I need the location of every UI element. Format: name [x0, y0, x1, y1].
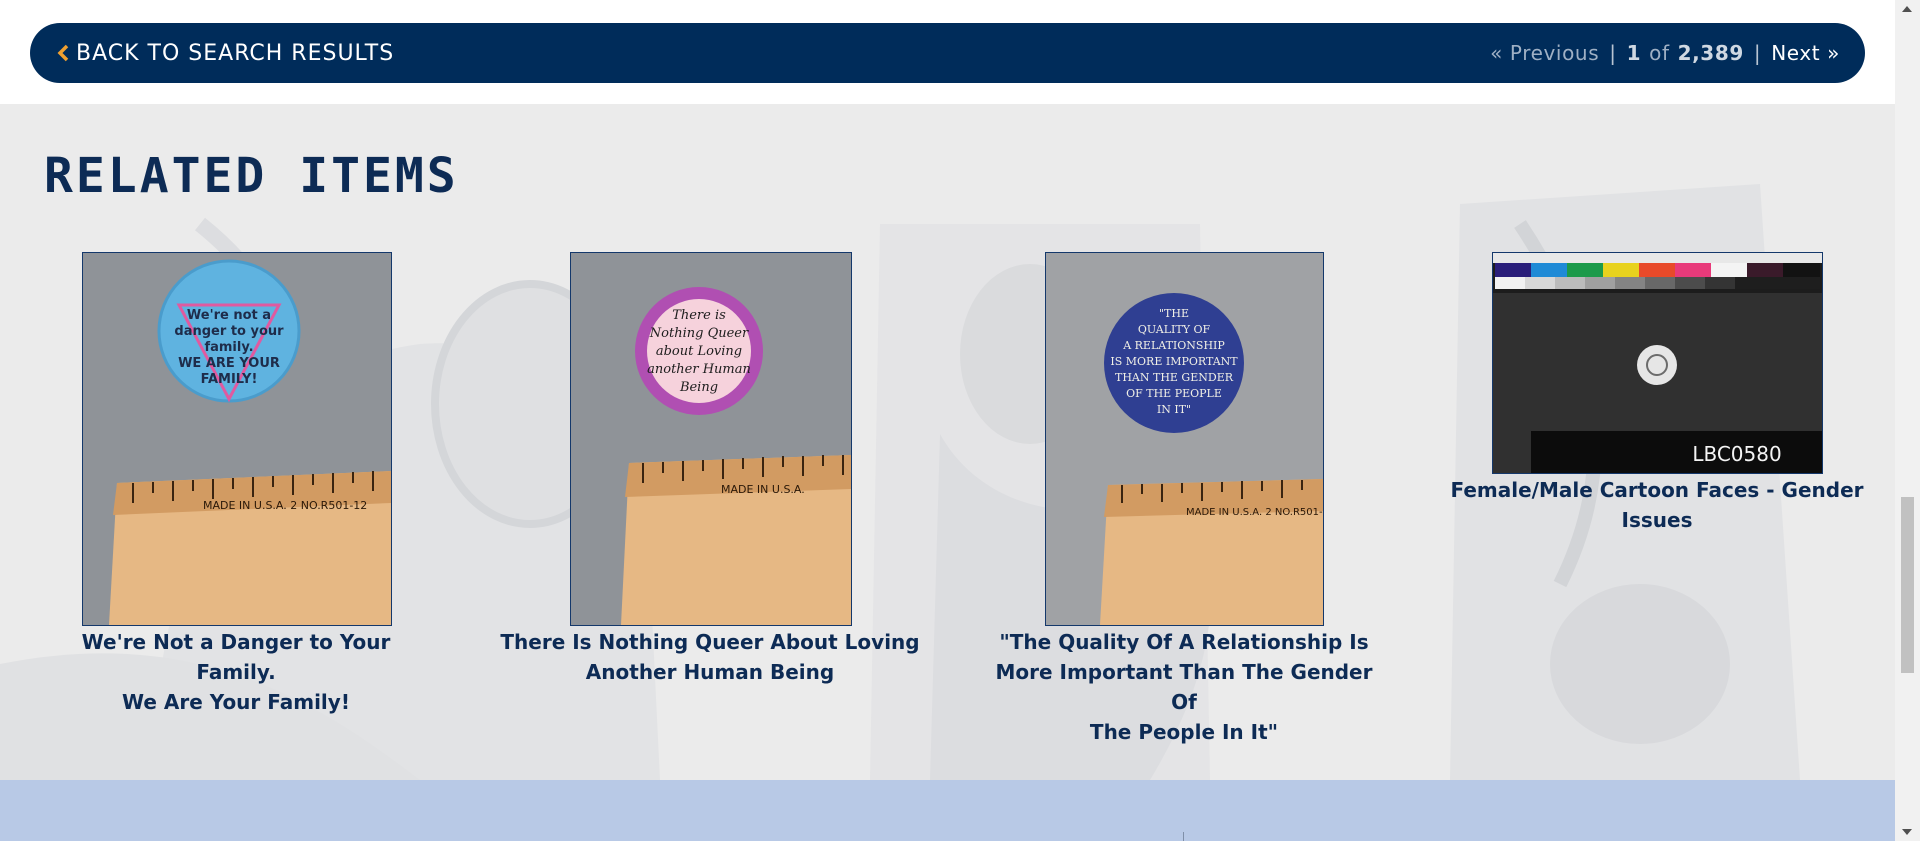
- results-navigation-bar: BACK TO SEARCH RESULTS « Previous | 1 of…: [30, 23, 1865, 83]
- total-results-count: 2,389: [1677, 41, 1744, 65]
- caption-line: Issues: [1621, 508, 1693, 532]
- archival-scan-photo: LBC0580: [1493, 253, 1822, 473]
- caption-line: The People In It": [1089, 720, 1279, 744]
- footer-divider: [1183, 832, 1184, 841]
- related-item-title[interactable]: There Is Nothing Queer About Loving Anot…: [500, 627, 920, 687]
- svg-text:MADE IN U.S.A. 2 NO.R501-: MADE IN U.S.A. 2 NO.R501-: [1186, 507, 1323, 518]
- svg-text:Being: Being: [679, 380, 718, 395]
- related-item-thumbnail[interactable]: We're not a danger to your family. WE AR…: [82, 252, 392, 626]
- related-items-heading: Related Items: [44, 148, 459, 204]
- svg-text:Nothing Queer: Nothing Queer: [649, 326, 749, 341]
- caption-line: More Important Than The Gender Of: [995, 660, 1373, 714]
- caption-line: "The Quality Of A Relationship Is: [999, 630, 1369, 654]
- vertical-scrollbar[interactable]: [1895, 0, 1920, 841]
- svg-text:another Human: another Human: [647, 362, 751, 377]
- svg-text:QUALITY OF: QUALITY OF: [1138, 323, 1211, 336]
- svg-text:There is: There is: [672, 308, 726, 323]
- svg-text:about Loving: about Loving: [656, 344, 742, 359]
- svg-text:OF THE PEOPLE: OF THE PEOPLE: [1126, 387, 1222, 400]
- related-item-thumbnail[interactable]: "THE QUALITY OF A RELATIONSHIP IS MORE I…: [1045, 252, 1324, 626]
- pin-button-photo: "THE QUALITY OF A RELATIONSHIP IS MORE I…: [1046, 253, 1323, 625]
- svg-text:FAMILY!: FAMILY!: [201, 372, 258, 387]
- related-item-title[interactable]: We're Not a Danger to Your Family. We Ar…: [40, 627, 432, 717]
- svg-text:IN IT": IN IT": [1157, 403, 1191, 416]
- svg-text:IS MORE IMPORTANT: IS MORE IMPORTANT: [1110, 355, 1238, 368]
- page-footer: [0, 780, 1895, 841]
- svg-text:WE ARE YOUR: WE ARE YOUR: [178, 356, 280, 371]
- pager-separator: |: [1609, 41, 1617, 65]
- previous-link[interactable]: « Previous: [1490, 41, 1599, 65]
- back-to-search-results-link[interactable]: BACK TO SEARCH RESULTS: [54, 23, 394, 83]
- top-strip: BACK TO SEARCH RESULTS « Previous | 1 of…: [0, 0, 1895, 104]
- related-item-thumbnail[interactable]: There is Nothing Queer about Loving anot…: [570, 252, 852, 626]
- svg-text:"THE: "THE: [1159, 307, 1189, 320]
- related-item-thumbnail[interactable]: LBC0580: [1492, 252, 1823, 474]
- caption-line: There Is Nothing Queer About Loving: [500, 630, 920, 654]
- svg-text:MADE IN U.S.A. 2 NO.R501-1: MADE IN U.S.A. 2 NO.R501-12: [203, 499, 367, 512]
- related-items-section: Related Items We're not a danger to your…: [0, 104, 1895, 780]
- svg-text:THAN THE GENDER: THAN THE GENDER: [1115, 371, 1234, 384]
- of-label: of: [1649, 41, 1670, 65]
- current-result-number: 1: [1626, 41, 1642, 65]
- pin-button-photo: We're not a danger to your family. WE AR…: [83, 253, 391, 625]
- caption-line: We Are Your Family!: [122, 690, 350, 714]
- chevron-left-icon: [57, 44, 69, 62]
- result-pager: « Previous | 1 of 2,389 | Next »: [1490, 23, 1840, 83]
- caption-line: Another Human Being: [585, 660, 835, 684]
- back-link-label: BACK TO SEARCH RESULTS: [76, 40, 395, 66]
- scrollbar-thumb[interactable]: [1901, 497, 1914, 673]
- next-link[interactable]: Next »: [1771, 41, 1840, 65]
- scroll-down-arrow-icon[interactable]: [1902, 829, 1912, 835]
- caption-line: Female/Male Cartoon Faces - Gender: [1450, 478, 1864, 502]
- scroll-up-arrow-icon[interactable]: [1902, 6, 1912, 12]
- caption-line: We're Not a Danger to Your Family.: [81, 630, 391, 684]
- related-item-title[interactable]: Female/Male Cartoon Faces - Gender Issue…: [1450, 475, 1864, 535]
- svg-text:danger to your: danger to your: [174, 324, 284, 339]
- svg-text:MADE IN U.S.A.: MADE IN U.S.A.: [721, 483, 805, 496]
- pin-button-photo: There is Nothing Queer about Loving anot…: [571, 253, 851, 625]
- related-item-title[interactable]: "The Quality Of A Relationship Is More I…: [984, 627, 1384, 747]
- svg-text:We're not a: We're not a: [187, 308, 271, 323]
- pager-separator: |: [1753, 41, 1762, 65]
- svg-text:family.: family.: [204, 340, 253, 355]
- svg-text:A RELATIONSHIP: A RELATIONSHIP: [1122, 339, 1225, 352]
- svg-text:LBC0580: LBC0580: [1692, 442, 1781, 466]
